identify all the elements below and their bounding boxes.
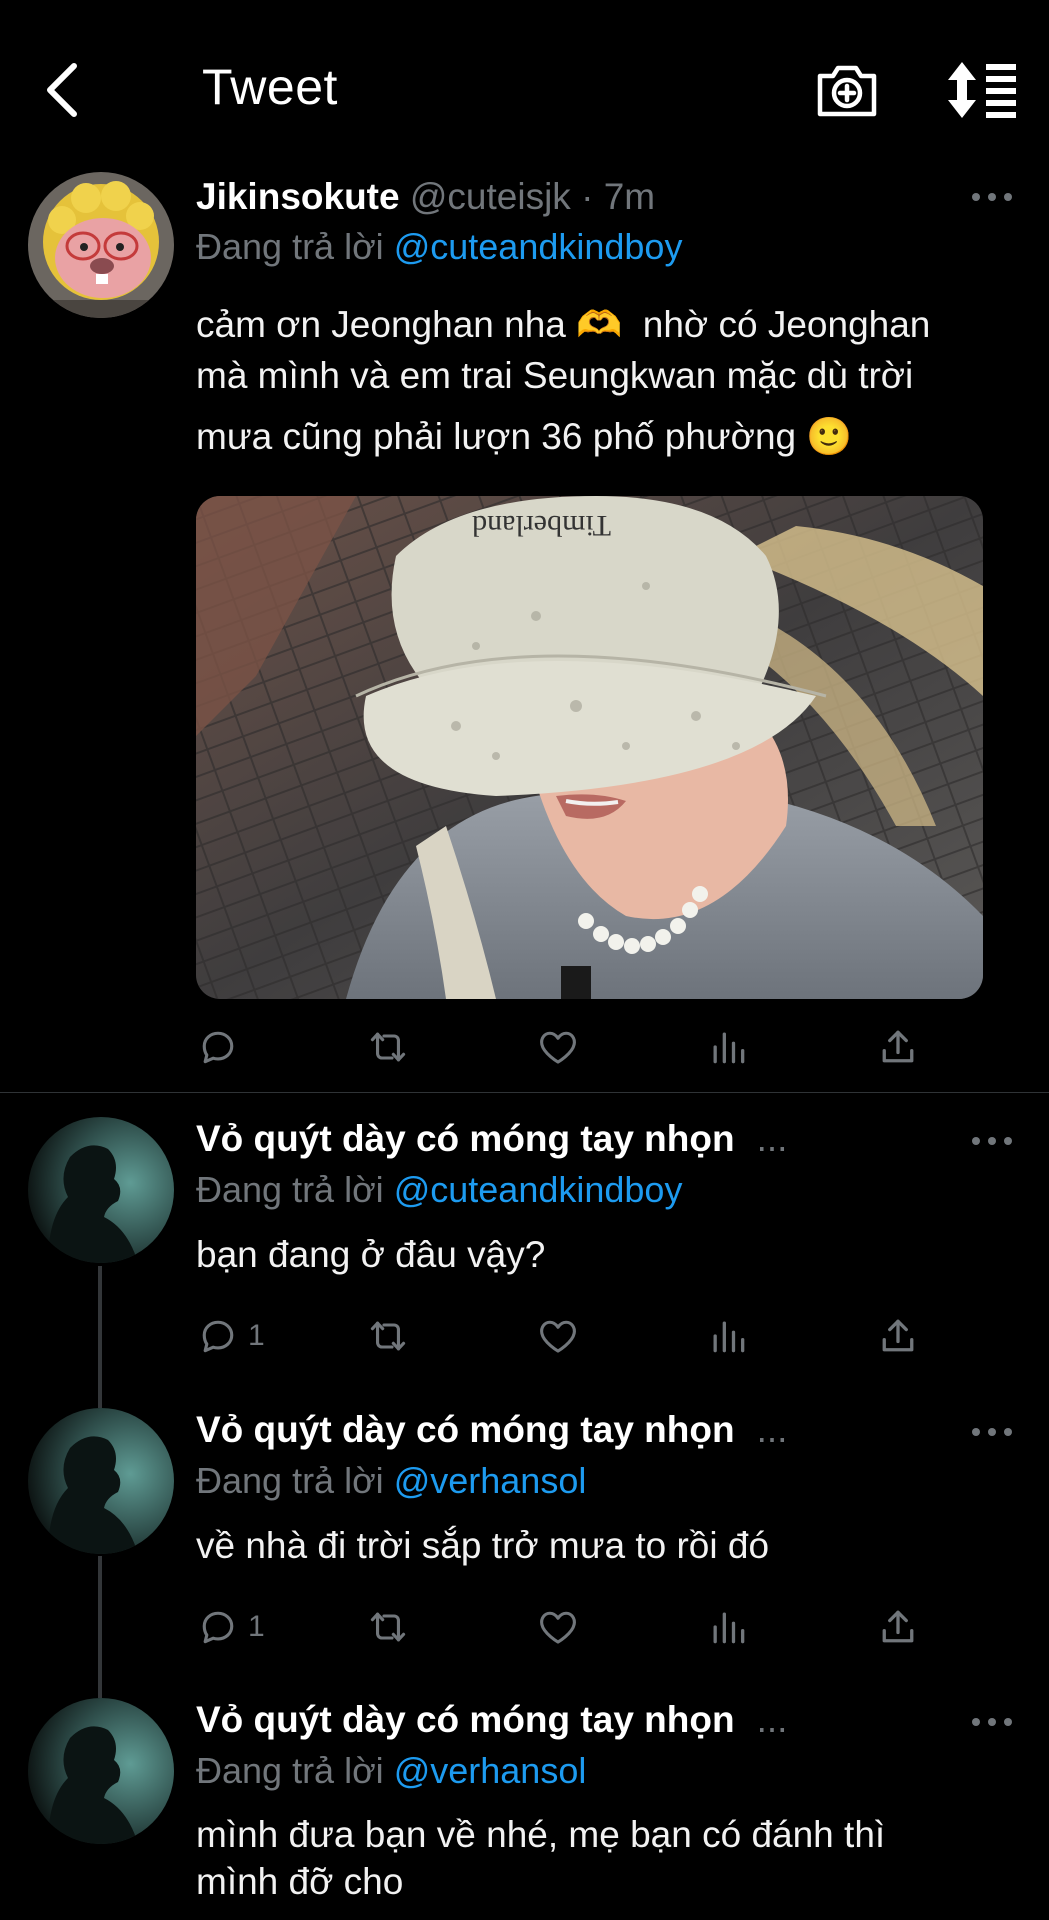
reply-count: 1 <box>248 1319 265 1352</box>
page-title: Tweet <box>202 59 338 115</box>
share-button[interactable] <box>876 1599 920 1655</box>
views-button[interactable] <box>706 1019 750 1075</box>
mention-link[interactable]: @cuteandkindboy <box>394 226 683 267</box>
reply-icon <box>196 1025 240 1069</box>
author-name[interactable]: Vỏ quýt dày có móng tay nhọn <box>196 1409 735 1450</box>
tweet-text: mình đưa bạn về nhé, mẹ bạn có đánh thì … <box>196 1811 1016 1905</box>
tweet-text: về nhà đi trời sắp trở mưa to rồi đó <box>196 1525 770 1566</box>
heart-icon <box>536 1025 580 1069</box>
heart-icon <box>536 1605 580 1649</box>
reply-context: Đang trả lời @cuteandkindboy <box>196 1169 682 1211</box>
avatar[interactable] <box>28 1117 174 1263</box>
views-icon <box>706 1605 750 1649</box>
author-handle[interactable]: @cuteisjk <box>410 176 571 217</box>
divider <box>0 1092 1049 1093</box>
tweet-text-line: mưa cũng phải lượn 36 phố phường 🙂 <box>196 416 853 457</box>
reply-button[interactable] <box>196 1019 240 1075</box>
reply-prefix: Đang trả lời <box>196 226 384 267</box>
tweet-text-line: cảm ơn Jeonghan nha 🫶 <box>196 304 623 345</box>
top-bar: Tweet <box>0 0 1049 165</box>
retweet-icon <box>366 1025 410 1069</box>
like-button[interactable] <box>536 1308 580 1364</box>
views-button[interactable] <box>706 1308 750 1364</box>
tweet-text: cảm ơn Jeonghan nha 🫶 nhờ có Jeonghan mà… <box>196 299 1016 462</box>
like-button[interactable] <box>536 1019 580 1075</box>
thread-connector <box>98 1266 102 1408</box>
more-options-button[interactable] <box>972 190 1012 204</box>
reply-icon <box>196 1605 240 1649</box>
retweet-icon <box>366 1605 410 1649</box>
tweet-text-line: mình đưa bạn về nhé, mẹ bạn có đánh thì <box>196 1814 886 1855</box>
retweet-button[interactable] <box>366 1019 410 1075</box>
author-line: Vỏ quýt dày có móng tay nhọn... <box>196 1118 787 1160</box>
views-icon <box>706 1314 750 1358</box>
chevron-left-icon <box>47 63 77 117</box>
reply-context: Đang trả lời @cuteandkindboy <box>196 226 682 268</box>
camera-plus-icon <box>817 65 877 117</box>
tweet-text-line: nhờ có Jeonghan <box>642 304 931 345</box>
views-icon <box>706 1025 750 1069</box>
share-icon <box>876 1605 920 1649</box>
more-options-button[interactable] <box>972 1715 1012 1729</box>
share-icon <box>876 1025 920 1069</box>
tweet-time: 7m <box>603 176 656 217</box>
author-name[interactable]: Vỏ quýt dày có móng tay nhọn <box>196 1118 735 1159</box>
reply-prefix: Đang trả lời <box>196 1750 384 1791</box>
thread-connector <box>98 1556 102 1698</box>
avatar[interactable] <box>28 1698 174 1844</box>
share-button[interactable] <box>876 1019 920 1075</box>
share-icon <box>876 1314 920 1358</box>
reply-count: 1 <box>248 1610 265 1643</box>
avatar-image <box>28 1117 174 1263</box>
like-button[interactable] <box>536 1599 580 1655</box>
sort-list-icon <box>948 62 1016 118</box>
more-options-button[interactable] <box>972 1425 1012 1439</box>
action-bar <box>196 1019 936 1075</box>
tweet-text-line: mà mình và em trai Seungkwan mặc dù trời <box>196 355 914 396</box>
views-button[interactable] <box>706 1599 750 1655</box>
tweet-photo[interactable]: Timberland <box>196 496 983 999</box>
avatar-image <box>28 1408 174 1554</box>
share-button[interactable] <box>876 1308 920 1364</box>
back-button[interactable] <box>40 60 84 120</box>
reply-button[interactable]: 1 <box>196 1308 265 1364</box>
author-line: Vỏ quýt dày có móng tay nhọn... <box>196 1409 787 1451</box>
tweet-text-line: mình đỡ cho <box>196 1861 404 1902</box>
reply-context: Đang trả lời @verhansol <box>196 1750 586 1792</box>
more-options-button[interactable] <box>972 1134 1012 1148</box>
mention-link[interactable]: @verhansol <box>394 1750 587 1791</box>
name-truncation: ... <box>756 1409 788 1450</box>
camera-button[interactable] <box>816 62 878 118</box>
mention-link[interactable]: @verhansol <box>394 1460 587 1501</box>
avatar[interactable] <box>28 1408 174 1554</box>
action-bar: 1 <box>196 1308 936 1364</box>
retweet-icon <box>366 1314 410 1358</box>
photo-image: Timberland <box>196 496 983 999</box>
reply-prefix: Đang trả lời <box>196 1460 384 1501</box>
svg-text:Timberland: Timberland <box>472 509 611 542</box>
avatar-image <box>28 172 174 318</box>
retweet-button[interactable] <box>366 1308 410 1364</box>
tweet-text: bạn đang ở đâu vậy? <box>196 1234 546 1275</box>
retweet-button[interactable] <box>366 1599 410 1655</box>
avatar[interactable] <box>28 172 174 318</box>
reply-context: Đang trả lời @verhansol <box>196 1460 586 1502</box>
action-bar: 1 <box>196 1599 936 1655</box>
author-name[interactable]: Jikinsokute <box>196 176 400 217</box>
timeline-sort-button[interactable] <box>946 62 1018 118</box>
avatar-image <box>28 1698 174 1844</box>
reply-button[interactable]: 1 <box>196 1599 265 1655</box>
name-truncation: ... <box>756 1118 788 1159</box>
author-line: Jikinsokute @cuteisjk · 7m <box>196 176 655 218</box>
reply-icon <box>196 1314 240 1358</box>
author-name[interactable]: Vỏ quýt dày có móng tay nhọn <box>196 1699 735 1740</box>
mention-link[interactable]: @cuteandkindboy <box>394 1169 683 1210</box>
reply-prefix: Đang trả lời <box>196 1169 384 1210</box>
heart-icon <box>536 1314 580 1358</box>
name-truncation: ... <box>756 1699 788 1740</box>
meta-separator: · <box>581 176 594 217</box>
author-line: Vỏ quýt dày có móng tay nhọn... <box>196 1699 787 1741</box>
